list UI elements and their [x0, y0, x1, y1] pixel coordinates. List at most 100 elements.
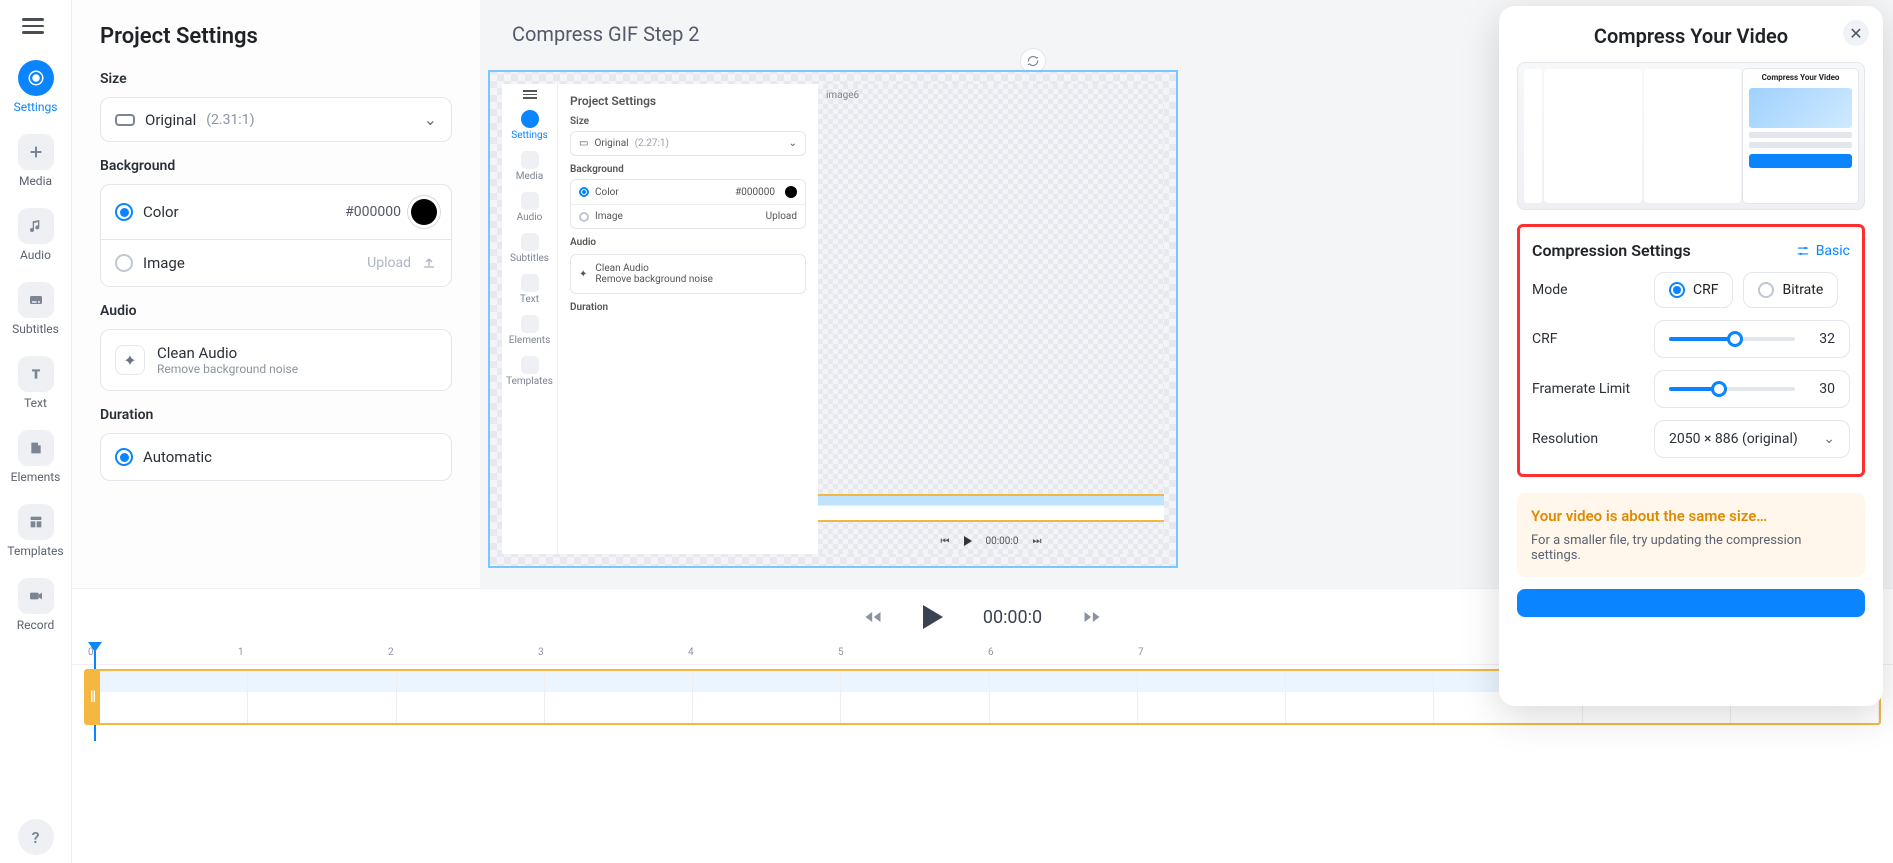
nav-text[interactable]: Text: [0, 348, 72, 418]
mini-image-tag: image6: [826, 90, 859, 101]
ruler-tick: 4: [688, 647, 694, 658]
ruler-tick: 7: [1138, 647, 1144, 658]
nav-templates[interactable]: Templates: [0, 496, 72, 566]
compress-cta-button[interactable]: [1517, 589, 1865, 617]
ruler-tick: 1: [238, 647, 244, 658]
crf-label: CRF: [1532, 331, 1644, 347]
mini-nav-elements: Elements: [512, 311, 548, 350]
close-button[interactable]: ✕: [1843, 20, 1869, 46]
nav-subtitles[interactable]: Subtitles: [0, 274, 72, 344]
mode-crf[interactable]: CRF: [1654, 272, 1733, 308]
background-heading: Background: [100, 158, 452, 174]
bg-color-label: Color: [143, 203, 179, 221]
bg-image-label: Image: [143, 254, 185, 272]
compression-settings-box: Compression Settings Basic Mode CRF Bitr…: [1517, 224, 1865, 477]
music-note-icon: [18, 208, 54, 244]
radio-on-icon: [115, 203, 133, 221]
text-icon: [18, 356, 54, 392]
ruler-tick: 6: [988, 647, 994, 658]
mini-nav-settings: Settings: [512, 106, 548, 145]
ruler-tick: 0: [88, 647, 94, 658]
mini-nav-subtitles: Subtitles: [512, 229, 548, 268]
basic-toggle[interactable]: Basic: [1796, 243, 1850, 259]
background-image-row[interactable]: Image Upload: [101, 239, 451, 286]
compress-title: Compress Your Video: [1517, 24, 1865, 48]
basic-label: Basic: [1816, 243, 1850, 259]
duration-heading: Duration: [100, 407, 452, 423]
clean-audio-sub: Remove background noise: [157, 362, 298, 376]
sparkle-icon: ✦: [115, 345, 145, 375]
forward-button[interactable]: [1082, 607, 1102, 627]
duration-auto-row[interactable]: Automatic: [101, 434, 451, 480]
panel-title: Project Settings: [100, 24, 452, 49]
nav-record[interactable]: Record: [0, 570, 72, 640]
settings-icon: [18, 60, 54, 96]
nav-label: Text: [24, 396, 47, 410]
bg-color-hex: #000000: [345, 204, 401, 220]
nav-label: Elements: [11, 470, 61, 484]
radio-on-icon: [115, 448, 133, 466]
nav-label: Record: [17, 618, 55, 632]
nav-elements[interactable]: Elements: [0, 422, 72, 492]
audio-heading: Audio: [100, 303, 452, 319]
color-swatch[interactable]: [411, 199, 437, 225]
compression-settings-heading: Compression Settings: [1532, 241, 1691, 260]
ruler-tick: 2: [388, 647, 394, 658]
upload-button[interactable]: Upload: [367, 255, 437, 271]
mini-nav-text: Text: [512, 270, 548, 309]
rewind-button[interactable]: [863, 607, 883, 627]
mini-nav-templates: Templates: [512, 352, 548, 391]
tip-body: For a smaller file, try updating the com…: [1531, 533, 1851, 563]
framerate-slider[interactable]: [1669, 387, 1795, 391]
crf-slider[interactable]: [1669, 337, 1795, 341]
mode-bitrate[interactable]: Bitrate: [1743, 272, 1838, 308]
nav-label: Media: [19, 174, 52, 188]
size-select[interactable]: Original (2.31:1) ⌄: [100, 97, 452, 142]
camera-icon: [18, 578, 54, 614]
framerate-value: 30: [1809, 381, 1835, 397]
subtitles-icon: [18, 282, 54, 318]
help-button[interactable]: ?: [18, 819, 54, 855]
duration-auto-label: Automatic: [143, 448, 212, 466]
background-group: Color #000000 Image Upload: [100, 184, 452, 287]
compress-panel: ✕ Compress Your Video Compress Your Vide…: [1499, 6, 1883, 706]
size-value: Original: [145, 111, 196, 129]
radio-off-icon: [115, 254, 133, 272]
canvas-title: Compress GIF Step 2: [512, 22, 700, 46]
mini-nav-audio: Audio: [512, 188, 548, 227]
resolution-select[interactable]: 2050 × 886 (original) ⌄: [1654, 420, 1850, 458]
nav-audio[interactable]: Audio: [0, 200, 72, 270]
nav-label: Templates: [7, 544, 63, 558]
upload-label: Upload: [367, 255, 411, 271]
nav-label: Audio: [20, 248, 51, 262]
settings-panel: Project Settings Size Original (2.31:1) …: [72, 0, 480, 588]
nav-media[interactable]: Media: [0, 126, 72, 196]
ruler-tick: 3: [538, 647, 544, 658]
note-icon: [18, 430, 54, 466]
artboard[interactable]: Settings Media Audio Subtitles Text Elem…: [488, 70, 1178, 568]
hamburger-menu[interactable]: [22, 12, 50, 40]
aspect-icon: [115, 114, 135, 126]
crf-value: 32: [1809, 331, 1835, 347]
upload-icon: [421, 255, 437, 271]
nav-rail: Settings Media Audio Subtitles Text Elem…: [0, 0, 72, 863]
chevron-down-icon: ⌄: [424, 110, 437, 129]
chevron-down-icon: ⌄: [1823, 431, 1835, 447]
play-button[interactable]: [923, 605, 943, 629]
resolution-label: Resolution: [1532, 431, 1644, 447]
clip-handle-left[interactable]: ‖: [86, 671, 100, 723]
clean-audio-title: Clean Audio: [157, 344, 298, 362]
nav-settings[interactable]: Settings: [0, 52, 72, 122]
ruler-tick: 5: [838, 647, 844, 658]
clean-audio-button[interactable]: ✦ Clean Audio Remove background noise: [100, 329, 452, 391]
mini-nav-media: Media: [512, 147, 548, 186]
compress-preview-thumb: Compress Your Video: [1517, 62, 1865, 210]
nested-screenshot: Settings Media Audio Subtitles Text Elem…: [502, 84, 1164, 554]
nav-label: Subtitles: [12, 322, 59, 336]
nav-label: Settings: [14, 100, 58, 114]
size-ratio: (2.31:1): [206, 112, 254, 128]
mode-label: Mode: [1532, 282, 1644, 298]
tip-box: Your video is about the same size… For a…: [1517, 493, 1865, 577]
size-heading: Size: [100, 71, 452, 87]
background-color-row[interactable]: Color #000000: [101, 185, 451, 239]
